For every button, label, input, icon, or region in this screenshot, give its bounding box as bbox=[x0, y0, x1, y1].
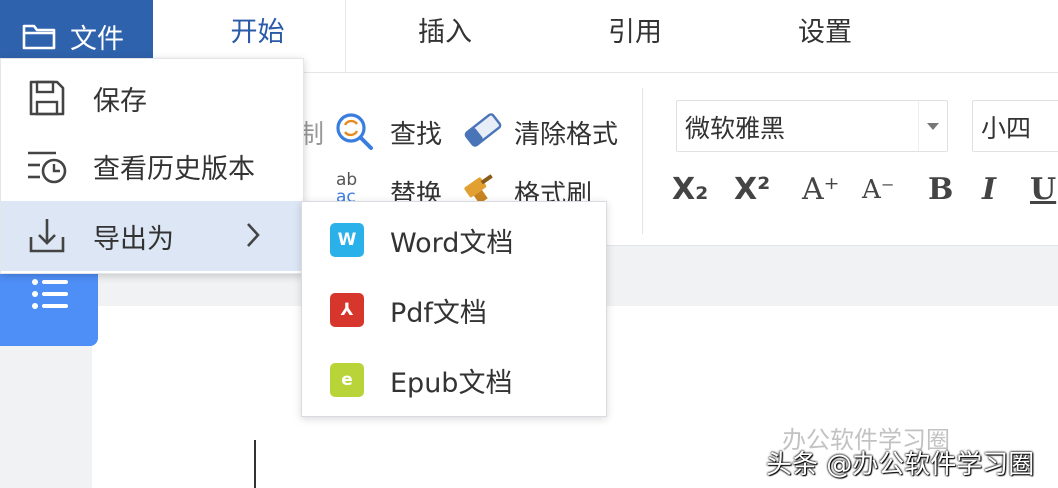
italic-button[interactable]: I bbox=[982, 170, 996, 210]
font-size-select[interactable]: 小四 bbox=[972, 100, 1058, 152]
submenu-item-label: Pdf文档 bbox=[390, 297, 487, 329]
menu-item-history[interactable]: 查看历史版本 bbox=[1, 131, 303, 201]
chevron-down-icon[interactable] bbox=[918, 101, 947, 151]
submenu-item-label: Word文档 bbox=[390, 227, 514, 259]
menu-item-label: 查看历史版本 bbox=[93, 153, 255, 185]
menu-item-save[interactable]: 保存 bbox=[1, 63, 303, 133]
clear-format-button[interactable]: 清除格式 bbox=[514, 114, 618, 151]
bold-button[interactable]: B bbox=[928, 170, 953, 210]
grow-font-button[interactable]: A⁺ bbox=[802, 170, 840, 210]
font-name-select[interactable]: 微软雅黑 bbox=[676, 100, 948, 152]
word-file-icon: W bbox=[330, 223, 364, 257]
export-submenu: W Word文档 ⅄ Pdf文档 e Epub文档 bbox=[301, 201, 607, 417]
text-cursor bbox=[254, 440, 256, 488]
tab-settings[interactable]: 设置 bbox=[725, 0, 925, 72]
submenu-item-epub[interactable]: e Epub文档 bbox=[302, 345, 606, 415]
eraser-icon bbox=[462, 110, 504, 154]
superscript-button[interactable]: X² bbox=[734, 170, 770, 210]
ribbon-divider bbox=[642, 88, 643, 234]
menu-item-label: 导出为 bbox=[93, 223, 174, 255]
epub-file-icon: e bbox=[330, 363, 364, 397]
find-button[interactable]: 查找 bbox=[390, 114, 442, 151]
find-icon bbox=[333, 110, 375, 156]
underline-button[interactable]: U bbox=[1030, 170, 1056, 210]
submenu-item-word[interactable]: W Word文档 bbox=[302, 205, 606, 275]
menu-item-label: 保存 bbox=[93, 85, 147, 117]
folder-icon bbox=[22, 22, 56, 50]
pdf-file-icon: ⅄ bbox=[330, 293, 364, 327]
download-icon bbox=[1, 217, 93, 255]
tab-insert[interactable]: 插入 bbox=[345, 0, 545, 72]
submenu-item-pdf[interactable]: ⅄ Pdf文档 bbox=[302, 275, 606, 345]
watermark: 头条 @办公软件学习圈 bbox=[766, 450, 1035, 480]
chevron-right-icon bbox=[245, 221, 261, 253]
history-icon bbox=[1, 147, 93, 185]
subscript-button[interactable]: X₂ bbox=[672, 170, 708, 210]
list-icon bbox=[32, 278, 68, 314]
submenu-item-label: Epub文档 bbox=[390, 367, 513, 399]
file-menu: 保存 查看历史版本 导出为 bbox=[0, 58, 304, 274]
tab-file-label: 文件 bbox=[70, 23, 124, 55]
menu-item-export[interactable]: 导出为 bbox=[1, 201, 303, 271]
shrink-font-button[interactable]: A⁻ bbox=[862, 170, 895, 210]
tab-reference[interactable]: 引用 bbox=[535, 0, 735, 72]
font-size-value: 小四 bbox=[981, 114, 1032, 143]
save-icon bbox=[1, 78, 93, 118]
font-name-value: 微软雅黑 bbox=[685, 114, 786, 143]
